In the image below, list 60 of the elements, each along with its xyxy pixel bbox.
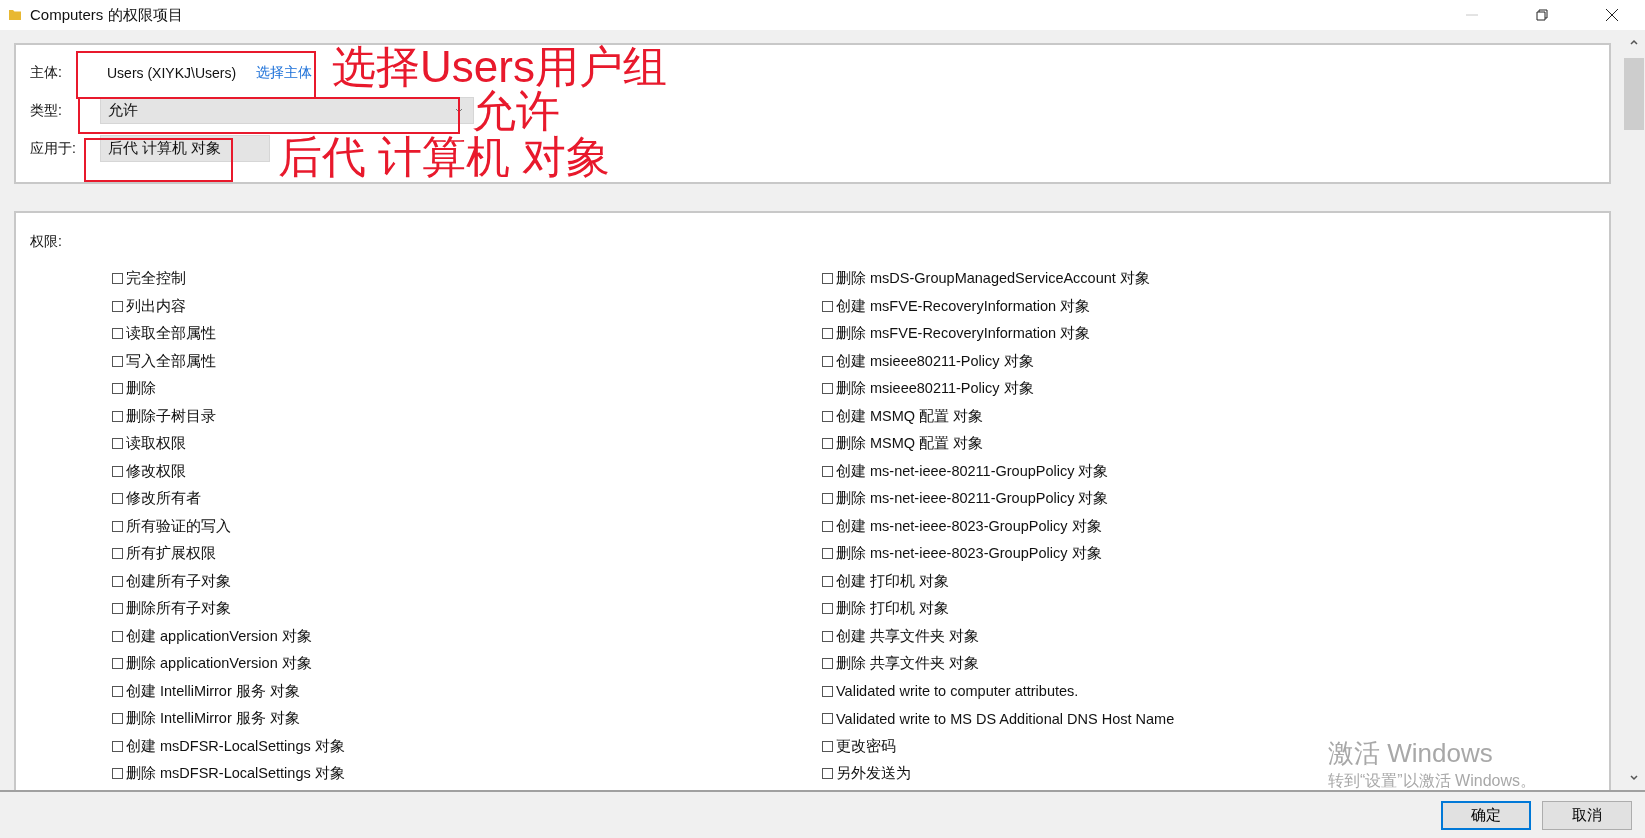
permission-checkbox[interactable]: 修改所有者 (112, 485, 201, 513)
annotation-text: 选择Users用户组 (332, 41, 667, 91)
permission-checkbox[interactable]: 删除 msieee80211-Policy 对象 (822, 375, 1034, 403)
permission-checkbox[interactable]: 删除 msFVE-RecoveryInformation 对象 (822, 320, 1091, 348)
permission-checkbox[interactable]: 创建 共享文件夹 对象 (822, 622, 980, 650)
permission-checkbox[interactable]: Validated write to MS DS Additional DNS Host Name (822, 705, 1175, 733)
permission-checkbox[interactable]: 删除 msDFSR-LocalSettings 对象 (112, 760, 345, 788)
permission-checkbox[interactable]: 删除 ms-net-ieee-80211-GroupPolicy 对象 (822, 485, 1109, 513)
permission-checkbox[interactable]: 删除 msDS-GroupManagedServiceAccount 对象 (822, 265, 1150, 293)
permission-checkbox[interactable]: 列出内容 (112, 292, 186, 320)
type-dropdown[interactable]: 允许 (100, 97, 474, 124)
permission-checkbox[interactable]: 创建 msieee80211-Policy 对象 (822, 347, 1034, 375)
permission-checkbox[interactable]: 创建 IntelliMirror 服务 对象 (112, 677, 300, 705)
restore-icon[interactable] (1535, 8, 1549, 22)
activation-text: 转到“设置”以激活 Windows。 (1328, 771, 1536, 791)
permission-checkbox[interactable]: 另外发送为 (822, 760, 911, 788)
permission-checkbox[interactable]: Validated write to computer attributes. (822, 677, 1079, 705)
folder-icon (8, 8, 22, 22)
permission-checkbox[interactable]: 删除子树目录 (112, 402, 216, 430)
principal-value: Users (XIYKJ\Users) (107, 64, 237, 81)
dialog-button[interactable]: 取消 (1542, 800, 1632, 830)
scroll-down-icon[interactable] (1629, 774, 1639, 782)
permission-checkbox[interactable]: 读取全部属性 (112, 320, 216, 348)
applies-to-label: 应用于: (30, 139, 77, 158)
permission-checkbox[interactable]: 删除所有子对象 (112, 595, 231, 623)
permission-checkbox[interactable]: 创建 ms-net-ieee-8023-GroupPolicy 对象 (822, 512, 1102, 540)
permission-checkbox[interactable]: 删除 (112, 375, 156, 403)
permission-checkbox[interactable]: 删除 applicationVersion 对象 (112, 650, 312, 678)
permission-checkbox[interactable]: 修改权限 (112, 457, 186, 485)
type-label: 类型: (30, 101, 63, 120)
permission-checkbox[interactable]: 创建 msFVE-RecoveryInformation 对象 (822, 292, 1091, 320)
annotation-text: 后代 计算机 对象 (278, 132, 611, 183)
scroll-thumb[interactable] (1624, 58, 1644, 130)
permission-checkbox[interactable]: 更改密码 (822, 732, 896, 760)
permission-checkbox[interactable]: 删除 MSMQ 配置 对象 (822, 430, 984, 458)
permission-checkbox[interactable]: 所有验证的写入 (112, 512, 231, 540)
permission-checkbox[interactable]: 创建所有子对象 (112, 567, 231, 595)
permission-checkbox[interactable]: 删除 打印机 对象 (822, 595, 950, 623)
applies-to-dropdown[interactable]: 后代 计算机 对象 (100, 135, 270, 162)
dialog-button[interactable]: 确定 (1441, 800, 1531, 830)
select-principal-link[interactable]: 选择主体 (256, 63, 313, 82)
permission-checkbox[interactable]: 所有扩展权限 (112, 540, 216, 568)
permission-checkbox[interactable]: 创建 打印机 对象 (822, 567, 950, 595)
permission-checkbox[interactable]: 创建 ms-net-ieee-80211-GroupPolicy 对象 (822, 457, 1109, 485)
activation-title: 激活 Windows (1328, 737, 1494, 770)
principal-label: 主体: (30, 63, 63, 82)
permission-checkbox[interactable]: 创建 msDFSR-LocalSettings 对象 (112, 732, 345, 760)
permission-checkbox[interactable]: 创建 applicationVersion 对象 (112, 622, 312, 650)
permission-checkbox[interactable]: 读取权限 (112, 430, 186, 458)
permissions-label: 权限: (30, 233, 63, 251)
permission-checkbox[interactable]: 写入全部属性 (112, 347, 216, 375)
permission-checkbox[interactable]: 删除 共享文件夹 对象 (822, 650, 980, 678)
permission-checkbox[interactable]: 创建 MSMQ 配置 对象 (822, 402, 984, 430)
permission-checkbox[interactable]: 删除 ms-net-ieee-8023-GroupPolicy 对象 (822, 540, 1102, 568)
scroll-up-icon[interactable] (1629, 38, 1639, 46)
caret-icon (455, 107, 463, 114)
window-title: Computers 的权限项目 (30, 5, 183, 25)
permission-checkbox[interactable]: 完全控制 (112, 265, 186, 293)
close-icon[interactable] (1605, 8, 1619, 22)
permission-checkbox[interactable]: 删除 IntelliMirror 服务 对象 (112, 705, 300, 733)
